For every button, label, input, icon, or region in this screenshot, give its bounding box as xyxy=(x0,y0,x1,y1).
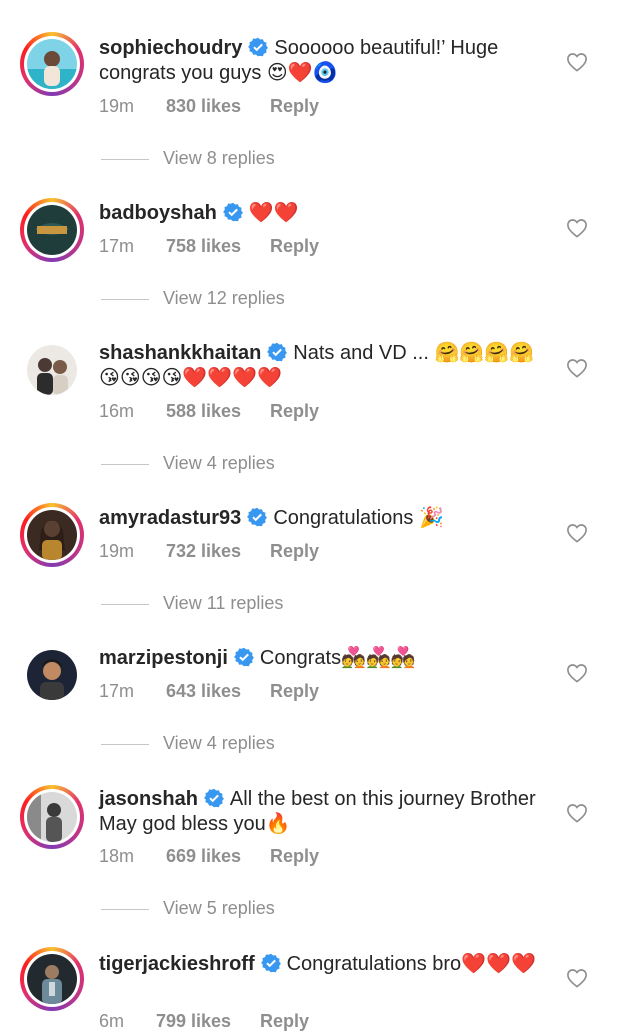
view-replies-button[interactable]: View 4 replies xyxy=(101,453,275,474)
comment-text: Congrats💑💑💑 xyxy=(259,647,416,669)
avatar[interactable] xyxy=(20,32,84,96)
divider xyxy=(101,158,149,160)
avatar-photo-icon xyxy=(27,345,77,395)
comment-text: ❤️❤️ xyxy=(248,202,299,224)
username[interactable]: tigerjackieshroff xyxy=(99,953,255,975)
avatar-photo-icon xyxy=(27,792,77,842)
reply-button[interactable]: Reply xyxy=(270,846,319,867)
like-heart-icon[interactable] xyxy=(566,968,588,988)
avatar[interactable] xyxy=(20,198,84,262)
comment-text: Congratulations 🎉 xyxy=(273,507,444,529)
avatar[interactable] xyxy=(20,503,84,567)
avatar[interactable] xyxy=(20,338,84,402)
like-heart-icon[interactable] xyxy=(566,52,588,72)
reply-button[interactable]: Reply xyxy=(270,541,319,562)
reply-button[interactable]: Reply xyxy=(270,236,319,257)
comment-time: 17m xyxy=(99,236,135,256)
like-heart-icon[interactable] xyxy=(566,218,588,238)
verified-badge-icon xyxy=(234,647,254,667)
verified-badge-icon xyxy=(248,37,269,57)
comment-time: 16m xyxy=(99,401,135,421)
view-replies-button[interactable]: View 5 replies xyxy=(101,898,275,919)
comment-text: Congratulations bro❤️❤️❤️ xyxy=(286,953,536,975)
avatar[interactable] xyxy=(20,643,84,707)
view-replies-button[interactable]: View 12 replies xyxy=(101,288,285,309)
divider xyxy=(101,463,149,465)
view-replies-button[interactable]: View 4 replies xyxy=(101,733,275,754)
username[interactable]: marzipestonji xyxy=(99,647,228,669)
username[interactable]: amyradastur93 xyxy=(99,507,241,529)
divider xyxy=(101,908,149,910)
avatar-photo-icon xyxy=(27,39,77,89)
likes-count[interactable]: 643 likes xyxy=(166,681,270,702)
view-replies-label: View 8 replies xyxy=(163,148,275,168)
avatar-photo-icon xyxy=(27,954,77,1004)
reply-button[interactable]: Reply xyxy=(270,96,319,117)
verified-badge-icon xyxy=(222,202,243,222)
avatar-photo-icon xyxy=(27,650,77,700)
comment-time: 17m xyxy=(99,681,135,701)
like-heart-icon[interactable] xyxy=(566,358,588,378)
avatar[interactable] xyxy=(20,947,84,1011)
like-heart-icon[interactable] xyxy=(566,663,588,683)
comment-time: 18m xyxy=(99,846,135,866)
likes-count[interactable]: 669 likes xyxy=(166,846,270,867)
view-replies-button[interactable]: View 11 replies xyxy=(101,593,283,614)
like-heart-icon[interactable] xyxy=(566,523,588,543)
divider xyxy=(101,743,149,745)
view-replies-label: View 4 replies xyxy=(163,453,275,473)
verified-badge-icon xyxy=(267,342,288,362)
reply-button[interactable]: Reply xyxy=(270,401,319,422)
likes-count[interactable]: 799 likes xyxy=(156,1011,260,1032)
likes-count[interactable]: 758 likes xyxy=(166,236,270,257)
view-replies-label: View 5 replies xyxy=(163,898,275,918)
view-replies-button[interactable]: View 8 replies xyxy=(101,148,275,169)
verified-badge-icon xyxy=(247,507,268,527)
username[interactable]: jasonshah xyxy=(99,788,198,810)
username[interactable]: badboyshah xyxy=(99,202,217,224)
reply-button[interactable]: Reply xyxy=(270,681,319,702)
divider xyxy=(101,603,149,605)
view-replies-label: View 12 replies xyxy=(163,288,285,308)
avatar-photo-icon xyxy=(27,510,77,560)
likes-count[interactable]: 830 likes xyxy=(166,96,270,117)
like-heart-icon[interactable] xyxy=(566,803,588,823)
username[interactable]: shashankkhaitan xyxy=(99,342,261,364)
avatar[interactable] xyxy=(20,785,84,849)
username[interactable]: sophiechoudry xyxy=(99,37,242,59)
view-replies-label: View 11 replies xyxy=(163,593,284,613)
comment-time: 6m xyxy=(99,1011,125,1031)
verified-badge-icon xyxy=(260,953,281,973)
comment-time: 19m xyxy=(99,96,135,116)
divider xyxy=(101,298,149,300)
likes-count[interactable]: 732 likes xyxy=(166,541,270,562)
likes-count[interactable]: 588 likes xyxy=(166,401,270,422)
reply-button[interactable]: Reply xyxy=(260,1011,309,1032)
avatar-logo-icon xyxy=(27,205,77,255)
view-replies-label: View 4 replies xyxy=(163,733,275,753)
verified-badge-icon xyxy=(204,788,224,808)
comment-time: 19m xyxy=(99,541,135,561)
